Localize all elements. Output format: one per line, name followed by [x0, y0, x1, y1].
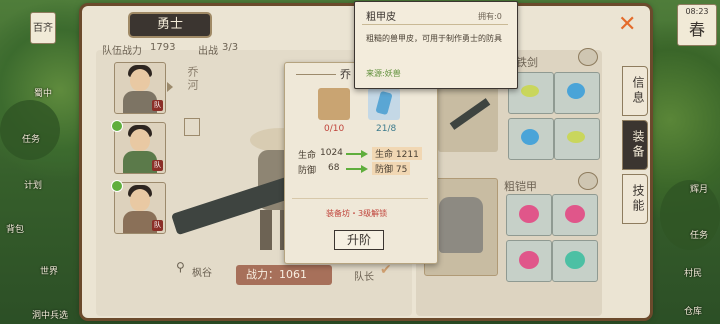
close-icon[interactable]: ✕: [618, 12, 636, 37]
tooltip-source: 来源:妖兽: [366, 69, 401, 78]
arrow-right-icon: [346, 150, 368, 158]
weapon-slot[interactable]: [438, 80, 498, 152]
stat-before-hp: 1024: [320, 148, 343, 158]
blue-crystal-icon[interactable]: [368, 88, 400, 120]
menu-item-villagers[interactable]: 村民: [684, 266, 702, 279]
hero-face: [130, 189, 150, 211]
stat-after-hp: 1211: [395, 150, 419, 160]
material-count-2: 21/8: [376, 124, 397, 134]
pink-gem-icon: [565, 205, 585, 223]
team-power-label: 队伍战力: [102, 46, 142, 57]
stat-name-def: 防御: [298, 166, 317, 176]
arrow-right-icon: [346, 165, 368, 173]
popup-divider: [292, 198, 428, 199]
armor-material-3[interactable]: [506, 240, 552, 282]
green-gem-icon: [567, 131, 585, 143]
stat-after-name-def: 防御: [375, 165, 394, 175]
deploy-label: 出战: [198, 46, 218, 57]
menu-item-task[interactable]: 任务: [22, 132, 40, 145]
leather-bundle-icon[interactable]: [318, 88, 350, 120]
stat-after-def: 75: [395, 165, 408, 175]
armor-material-1[interactable]: [506, 194, 552, 236]
leader-label: 队长: [354, 272, 374, 283]
left-top-label: 百齐: [33, 23, 53, 34]
tooltip-title: 粗甲皮: [366, 12, 396, 23]
armor-label: 粗铠甲: [504, 180, 537, 193]
tab-info[interactable]: 信息: [622, 66, 648, 116]
blue-gem-icon: [521, 129, 539, 145]
armor-icon: [439, 197, 483, 253]
time-label: 08:23: [685, 7, 709, 16]
popup-divider: [296, 74, 336, 75]
season-label: 春: [688, 20, 705, 39]
teal-gem-icon: [565, 251, 585, 269]
team-power-value: 1793: [150, 42, 176, 53]
unlock-note: 装备坊・3级解锁: [326, 209, 388, 218]
crystal-shape: [375, 90, 393, 116]
menu-item-cave[interactable]: 洞中兵选: [32, 308, 68, 321]
hero-power-label: 战力：: [246, 268, 279, 281]
location-pin-icon: ⚲: [176, 260, 185, 274]
armor-material-4[interactable]: [552, 240, 598, 282]
menu-item-moon[interactable]: 辉月: [690, 182, 708, 195]
hero-card-2[interactable]: 队: [114, 122, 166, 174]
tooltip-owned: 拥有:0: [478, 12, 502, 21]
armor-settings-icon[interactable]: [578, 172, 598, 190]
weapon-label: 铁剑: [516, 56, 538, 69]
time-season-box: 08:23 春: [677, 4, 717, 46]
material-count-1: 0/10: [324, 124, 345, 134]
hero-power-bar: 战力：1061: [236, 265, 332, 285]
pink-gem-icon: [519, 205, 539, 223]
tab-equipment[interactable]: 装备: [622, 120, 648, 170]
menu-item-warehouse[interactable]: 仓库: [684, 304, 702, 317]
hero-power-value: 1061: [279, 268, 307, 281]
weapon-material-2[interactable]: [554, 72, 600, 114]
page-title: 勇士: [130, 14, 210, 36]
hero-name: 乔河: [186, 66, 199, 92]
tab-skills[interactable]: 技能: [622, 174, 648, 224]
menu-item-world[interactable]: 世界: [40, 264, 58, 277]
stat-after-name-hp: 生命: [375, 150, 394, 160]
stat-before-def: 68: [328, 163, 340, 173]
menu-item-bag[interactable]: 背包: [6, 222, 24, 235]
weapon-settings-icon[interactable]: [578, 48, 598, 66]
hero-face: [130, 129, 150, 151]
upgrade-button[interactable]: 升阶: [334, 230, 384, 250]
hero-card-3[interactable]: 队: [114, 182, 166, 234]
stat-name-hp: 生命: [298, 151, 317, 161]
sword-icon: [449, 98, 491, 130]
menu-item-plan[interactable]: 计划: [24, 178, 42, 191]
status-dot-icon: [111, 120, 123, 132]
tooltip-divider: [362, 24, 508, 25]
armor-material-2[interactable]: [552, 194, 598, 236]
status-dot-icon: [111, 180, 123, 192]
hero-face: [130, 69, 150, 91]
menu-item-shuzhong[interactable]: 蜀中: [34, 86, 52, 99]
hero-card-1[interactable]: 队: [114, 62, 166, 114]
blue-gem-icon: [567, 83, 585, 99]
tree-decoration: [0, 100, 60, 160]
tooltip-description: 粗糙的兽甲皮，可用于制作勇士的防具: [366, 34, 502, 43]
leader-check-icon[interactable]: ✔: [380, 262, 392, 278]
stat-after-hp-box: 生命 1211: [372, 147, 422, 160]
green-gem-icon: [521, 85, 539, 97]
popup-title: 乔: [340, 68, 351, 81]
menu-item-quest[interactable]: 任务: [690, 228, 708, 241]
location-label: 枫谷: [192, 268, 212, 279]
weapon-material-4[interactable]: [554, 118, 600, 160]
pink-gem-icon: [519, 251, 539, 269]
deploy-value: 3/3: [222, 42, 239, 53]
left-top-button[interactable]: 百齐: [30, 12, 56, 44]
selected-pointer-icon: [167, 82, 173, 92]
stat-after-def-box: 防御 75: [372, 162, 411, 175]
weapon-material-3[interactable]: [508, 118, 554, 160]
